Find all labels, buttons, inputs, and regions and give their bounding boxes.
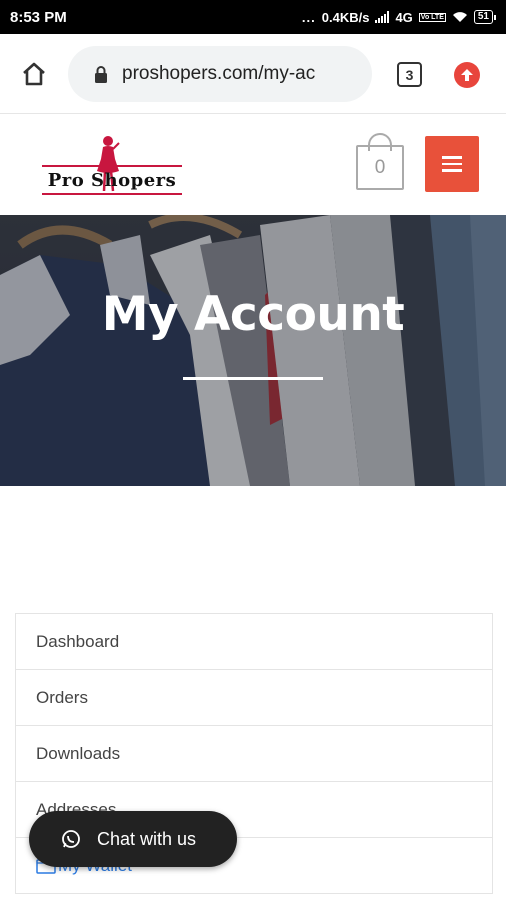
menu-button[interactable] [425,136,479,192]
status-time: 8:53 PM [10,8,67,26]
hero-overlay [0,215,506,486]
update-icon[interactable] [454,62,480,88]
title-divider [183,377,323,380]
logo-wordmark: Pro Shopers [42,165,182,195]
nav-item-label: Downloads [36,743,121,763]
battery-icon: 51 [473,10,496,24]
nav-item-dashboard[interactable]: Dashboard [16,614,492,670]
cart-button[interactable]: 0 [356,133,406,193]
hero-banner: My Account [0,215,506,486]
chat-button[interactable]: Chat with us [29,811,237,867]
hamburger-icon [442,156,462,159]
network-type: 4G [395,9,413,25]
whatsapp-icon [62,830,80,848]
chat-label: Chat with us [97,828,197,849]
home-icon[interactable] [20,60,48,88]
nav-item-downloads[interactable]: Downloads [16,726,492,782]
browser-toolbar: proshopers.com/my-ac 3 [0,34,506,114]
lock-icon [95,66,107,83]
wifi-icon [452,12,467,22]
site-header: Pro Shopers 0 [0,115,506,215]
tab-switcher-button[interactable]: 3 [397,62,422,87]
notification-dots: ... [301,9,316,25]
volte-icon: Vo LTE [418,12,446,22]
page-title: My Account [101,287,405,342]
cart-count: 0 [356,145,404,190]
site-logo[interactable]: Pro Shopers [40,135,185,210]
logo-text: Pro Shopers [47,169,177,191]
nav-item-label: Orders [36,687,88,707]
status-bar: 8:53 PM ... 0.4KB/s 4G Vo LTE 51 [0,0,506,34]
status-indicators: ... 0.4KB/s 4G Vo LTE 51 [302,10,496,25]
net-speed: 0.4KB/s [321,9,370,25]
signal-icon [375,11,390,23]
nav-item-label: Dashboard [36,631,120,651]
url-text: proshopers.com/my-ac [122,63,316,84]
address-bar[interactable]: proshopers.com/my-ac [68,46,372,102]
battery-level: 51 [473,10,493,24]
nav-item-orders[interactable]: Orders [16,670,492,726]
